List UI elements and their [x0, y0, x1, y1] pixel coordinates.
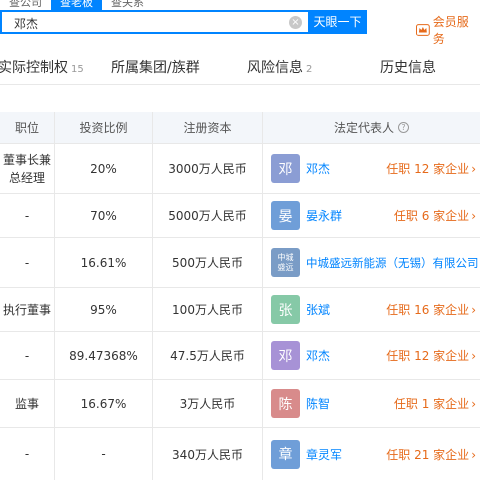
search-button[interactable]: 天眼一下	[308, 10, 367, 34]
avatar[interactable]: 章	[271, 439, 300, 469]
avatar[interactable]: 邓	[271, 154, 300, 183]
tab-risk-info[interactable]: 风险信息 2	[247, 57, 312, 77]
crown-icon	[416, 24, 430, 36]
tab-label: 所属集团/族群	[111, 60, 200, 76]
tab-search-boss[interactable]: 查老板	[51, 0, 102, 10]
chevron-right-icon: ›	[471, 209, 476, 223]
tenure-text: 任职 6 家企业	[393, 209, 470, 223]
company-logo[interactable]: 中城 盛远	[271, 248, 300, 277]
cell-position: -	[0, 194, 55, 237]
person-name-link[interactable]: 陈智	[306, 395, 330, 412]
search-query: 邓杰	[14, 17, 39, 31]
tab-label: 风险信息	[247, 60, 303, 76]
tenure-text: 任职 1 家企业	[393, 397, 470, 411]
cell-ratio: 70%	[55, 194, 153, 237]
tenure-text: 任职 12 家企业	[386, 349, 470, 363]
tab-label: 实际控制权	[0, 60, 68, 76]
table-row: 董事长兼总经理 20% 3000万人民币 邓 邓杰 任职 12 家企业 ›	[0, 144, 480, 194]
person-name-link[interactable]: 邓杰	[306, 160, 330, 177]
cell-capital: 3万人民币	[153, 380, 263, 427]
tenure-link[interactable]: 任职 21 家企业 ›	[386, 446, 476, 463]
cell-ratio: 16.61%	[55, 238, 153, 287]
cell-ratio: 16.67%	[55, 380, 153, 427]
tab-history-info[interactable]: 历史信息	[380, 57, 436, 77]
tenure-link[interactable]: 任职 1 家企业 ›	[394, 395, 476, 412]
tenure-link[interactable]: 任职 6 家企业 ›	[394, 207, 476, 224]
cell-position: -	[0, 428, 55, 480]
col-position: 职位	[0, 112, 55, 143]
cell-legal-rep: 中城 盛远 中城盛远新能源（无锡）有限公司	[263, 238, 480, 287]
cell-capital: 340万人民币	[153, 428, 263, 480]
chevron-right-icon: ›	[471, 349, 476, 363]
col-legal-rep: 法定代表人 ?	[263, 112, 480, 143]
vip-service-link[interactable]: 会员服务	[416, 13, 480, 47]
avatar[interactable]: 张	[271, 295, 300, 324]
clear-icon[interactable]: ×	[289, 16, 302, 29]
person-name-link[interactable]: 晏永群	[306, 207, 342, 224]
tab-search-company[interactable]: 查公司	[0, 0, 51, 10]
position-text: 董事长兼总经理	[2, 152, 51, 185]
cell-position: -	[0, 238, 55, 287]
cell-position: 监事	[0, 380, 55, 427]
table-row: - 89.47368% 47.5万人民币 邓 邓杰 任职 12 家企业 ›	[0, 332, 480, 380]
cell-position: -	[0, 332, 55, 379]
tenure-text: 任职 21 家企业	[386, 447, 470, 462]
cell-ratio: 89.47368%	[55, 332, 153, 379]
avatar[interactable]: 邓	[271, 341, 300, 370]
cell-capital: 5000万人民币	[153, 194, 263, 237]
col-ratio: 投资比例	[55, 112, 153, 143]
avatar[interactable]: 晏	[271, 201, 300, 230]
cell-position: 执行董事	[0, 288, 55, 331]
vip-label: 会员服务	[432, 15, 469, 46]
cell-legal-rep: 陈 陈智 任职 1 家企业 ›	[263, 380, 480, 427]
tenure-link[interactable]: 任职 12 家企业 ›	[386, 347, 476, 364]
cell-ratio: 95%	[55, 288, 153, 331]
cell-ratio: -	[55, 428, 153, 480]
tenure-text: 任职 16 家企业	[386, 303, 470, 317]
cell-position: 董事长兼总经理	[0, 144, 55, 193]
search-input[interactable]: 邓杰 ×	[0, 10, 308, 34]
cell-capital: 500万人民币	[153, 238, 263, 287]
tab-group[interactable]: 所属集团/族群	[111, 57, 200, 77]
tab-label: 历史信息	[380, 60, 436, 76]
col-legal-rep-label: 法定代表人	[333, 121, 394, 135]
col-capital: 注册资本	[153, 112, 263, 143]
avatar[interactable]: 陈	[271, 389, 300, 418]
cell-capital: 47.5万人民币	[153, 332, 263, 379]
table-row: - 16.61% 500万人民币 中城 盛远 中城盛远新能源（无锡）有限公司	[0, 238, 480, 288]
person-name-link[interactable]: 邓杰	[306, 347, 330, 364]
tab-actual-control[interactable]: 实际控制权 15	[0, 57, 84, 77]
tenure-text: 任职 12 家企业	[386, 162, 470, 176]
company-name-link[interactable]: 中城盛远新能源（无锡）有限公司	[306, 255, 479, 271]
tab-count: 15	[71, 64, 84, 75]
cell-capital: 100万人民币	[153, 288, 263, 331]
tenure-link[interactable]: 任职 16 家企业 ›	[386, 301, 476, 318]
cell-legal-rep: 邓 邓杰 任职 12 家企业 ›	[263, 144, 480, 193]
chevron-right-icon: ›	[471, 447, 476, 462]
person-name-link[interactable]: 章灵军	[306, 446, 342, 463]
table-row: - 70% 5000万人民币 晏 晏永群 任职 6 家企业 ›	[0, 194, 480, 238]
search-mode-tabs: 查公司 查老板 查关系	[0, 0, 153, 10]
cell-ratio: 20%	[55, 144, 153, 193]
chevron-right-icon: ›	[471, 162, 476, 176]
chevron-right-icon: ›	[471, 303, 476, 317]
tab-count: 2	[306, 64, 313, 75]
top-search-bar: 查公司 查老板 查关系 邓杰 × 天眼一下 会员服务	[0, 0, 480, 47]
cell-legal-rep: 张 张斌 任职 16 家企业 ›	[263, 288, 480, 331]
cell-legal-rep: 邓 邓杰 任职 12 家企业 ›	[263, 332, 480, 379]
cell-capital: 3000万人民币	[153, 144, 263, 193]
cell-legal-rep: 章 章灵军 任职 21 家企业 ›	[263, 428, 480, 480]
section-tabs: 实际控制权 15 所属集团/族群 风险信息 2 历史信息	[0, 47, 480, 85]
table-row: 执行董事 95% 100万人民币 张 张斌 任职 16 家企业 ›	[0, 288, 480, 332]
help-icon[interactable]: ?	[398, 122, 409, 133]
chevron-right-icon: ›	[471, 397, 476, 411]
table-row: 监事 16.67% 3万人民币 陈 陈智 任职 1 家企业 ›	[0, 380, 480, 428]
tab-search-relation[interactable]: 查关系	[102, 0, 153, 10]
table-row: - - 340万人民币 章 章灵军 任职 21 家企业 ›	[0, 428, 480, 480]
cell-legal-rep: 晏 晏永群 任职 6 家企业 ›	[263, 194, 480, 237]
person-name-link[interactable]: 张斌	[306, 301, 330, 318]
table-header: 职位 投资比例 注册资本 法定代表人 ?	[0, 112, 480, 144]
tenure-link[interactable]: 任职 12 家企业 ›	[386, 160, 476, 177]
